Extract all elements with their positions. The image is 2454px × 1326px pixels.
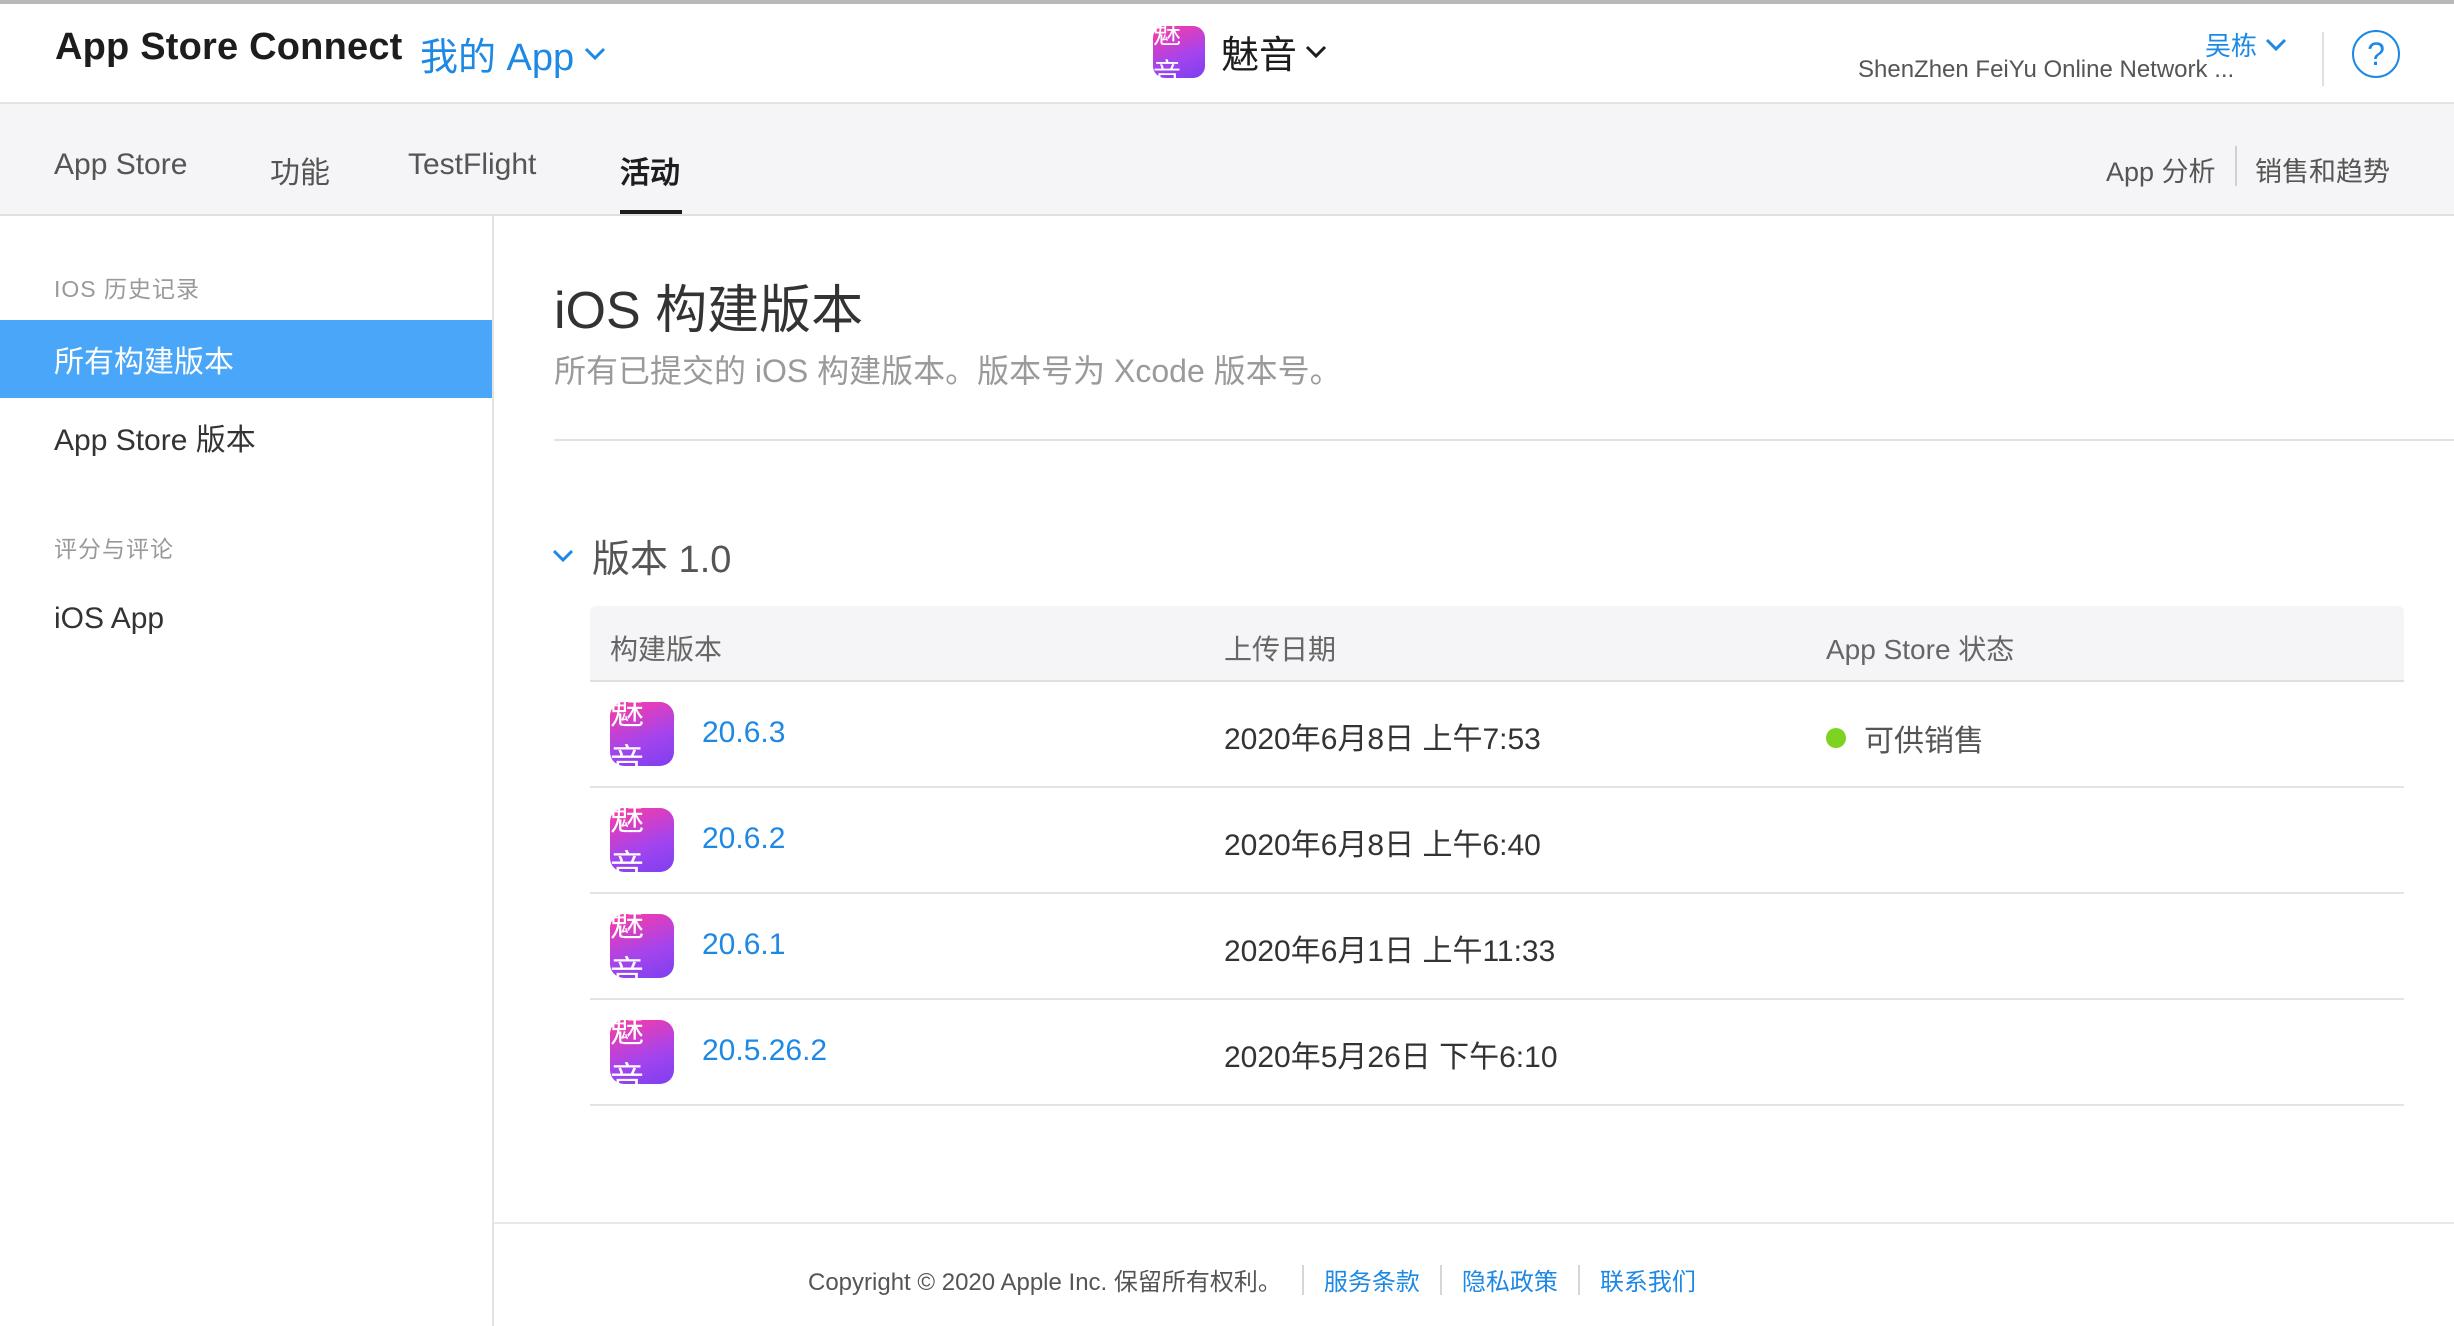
column-header-build: 构建版本 bbox=[610, 634, 723, 665]
chevron-down-icon bbox=[552, 549, 574, 562]
app-icon: 魅音 bbox=[610, 1012, 674, 1099]
help-button[interactable]: ? bbox=[2352, 30, 2400, 78]
app-name: 魅音 bbox=[1221, 35, 1298, 77]
organization-name: ShenZhen FeiYu Online Network ... bbox=[1858, 56, 2235, 83]
footer-divider bbox=[494, 1222, 2454, 1224]
status-text: 可供销售 bbox=[1864, 725, 1984, 758]
version-group-toggle[interactable]: 版本 1.0 bbox=[552, 528, 731, 583]
app-icon: 魅音 bbox=[1153, 18, 1205, 89]
my-apps-menu[interactable]: 我的 App bbox=[420, 26, 606, 81]
app-icon: 魅音 bbox=[610, 906, 674, 993]
contact-link[interactable]: 联系我们 bbox=[1600, 1262, 1696, 1297]
privacy-link[interactable]: 隐私政策 bbox=[1462, 1262, 1558, 1297]
status-dot-icon bbox=[1826, 728, 1846, 748]
active-tab-indicator bbox=[620, 210, 682, 214]
page-title: iOS 构建版本 bbox=[554, 282, 864, 340]
help-icon: ? bbox=[2367, 35, 2385, 72]
app-selector[interactable]: 魅音 魅音 bbox=[1153, 18, 1327, 89]
content-divider bbox=[554, 439, 2454, 441]
column-header-upload-date: 上传日期 bbox=[1224, 634, 1337, 665]
footer-separator bbox=[1439, 1264, 1442, 1295]
build-number-link[interactable]: 20.6.2 bbox=[702, 822, 785, 856]
page-subtitle: 所有已提交的 iOS 构建版本。版本号为 Xcode 版本号。 bbox=[554, 353, 1342, 389]
upload-date: 2020年6月8日 上午7:53 bbox=[1224, 723, 1541, 756]
tab-activity[interactable]: 活动 bbox=[620, 148, 680, 192]
sidebar-item-ios-app[interactable]: iOS App bbox=[0, 580, 492, 658]
sidebar-item-app-store-versions[interactable]: App Store 版本 bbox=[0, 398, 492, 476]
main-nav: App Store 功能 TestFlight 活动 App 分析 销售和趋势 bbox=[0, 104, 2454, 216]
tab-testflight[interactable]: TestFlight bbox=[408, 148, 536, 182]
column-header-status: App Store 状态 bbox=[1826, 634, 2015, 665]
build-number-link[interactable]: 20.6.3 bbox=[702, 716, 785, 750]
header-divider bbox=[2322, 32, 2324, 86]
status-badge: 可供销售 bbox=[1826, 716, 1984, 760]
upload-date: 2020年6月8日 上午6:40 bbox=[1224, 829, 1541, 862]
footer-separator bbox=[1577, 1264, 1580, 1295]
upload-date: 2020年6月1日 上午11:33 bbox=[1224, 935, 1556, 968]
nav-divider bbox=[2235, 146, 2237, 186]
app-analytics-link[interactable]: App 分析 bbox=[2106, 150, 2216, 189]
table-row[interactable]: 魅音 20.6.3 2020年6月8日 上午7:53 可供销售 bbox=[590, 682, 2404, 788]
chevron-down-icon bbox=[585, 47, 606, 60]
footer: Copyright © 2020 Apple Inc. 保留所有权利。 服务条款… bbox=[808, 1262, 1696, 1297]
builds-table-header: 构建版本 上传日期 App Store 状态 bbox=[590, 606, 2404, 682]
upload-date: 2020年5月26日 下午6:10 bbox=[1224, 1041, 1558, 1074]
sidebar-section-ratings-reviews: 评分与评论 bbox=[54, 536, 174, 562]
terms-link[interactable]: 服务条款 bbox=[1324, 1262, 1420, 1297]
version-label: 版本 1.0 bbox=[592, 539, 732, 581]
build-number-link[interactable]: 20.5.26.2 bbox=[702, 1034, 827, 1068]
tab-app-store[interactable]: App Store bbox=[54, 148, 187, 182]
copyright-text: Copyright © 2020 Apple Inc. 保留所有权利。 bbox=[808, 1269, 1282, 1296]
sidebar: IOS 历史记录 所有构建版本 App Store 版本 评分与评论 iOS A… bbox=[0, 216, 494, 1326]
app-icon: 魅音 bbox=[610, 800, 674, 887]
table-row[interactable]: 魅音 20.6.1 2020年6月1日 上午11:33 bbox=[590, 894, 2404, 1000]
tab-features[interactable]: 功能 bbox=[270, 148, 330, 192]
app-icon: 魅音 bbox=[610, 694, 674, 781]
build-number-link[interactable]: 20.6.1 bbox=[702, 928, 785, 962]
sidebar-section-ios-history: IOS 历史记录 bbox=[54, 276, 201, 302]
table-row[interactable]: 魅音 20.5.26.2 2020年5月26日 下午6:10 bbox=[590, 1000, 2404, 1106]
footer-separator bbox=[1301, 1264, 1304, 1295]
chevron-down-icon bbox=[1305, 45, 1327, 58]
table-row[interactable]: 魅音 20.6.2 2020年6月8日 上午6:40 bbox=[590, 788, 2404, 894]
sales-trends-link[interactable]: 销售和趋势 bbox=[2255, 150, 2390, 189]
brand-title: App Store Connect bbox=[55, 26, 403, 68]
top-header: App Store Connect 我的 App 魅音 魅音 吴栋 ShenZh… bbox=[0, 4, 2454, 104]
chevron-down-icon bbox=[2265, 38, 2287, 51]
my-apps-label: 我的 App bbox=[420, 37, 575, 79]
sidebar-item-all-builds[interactable]: 所有构建版本 bbox=[0, 320, 492, 398]
